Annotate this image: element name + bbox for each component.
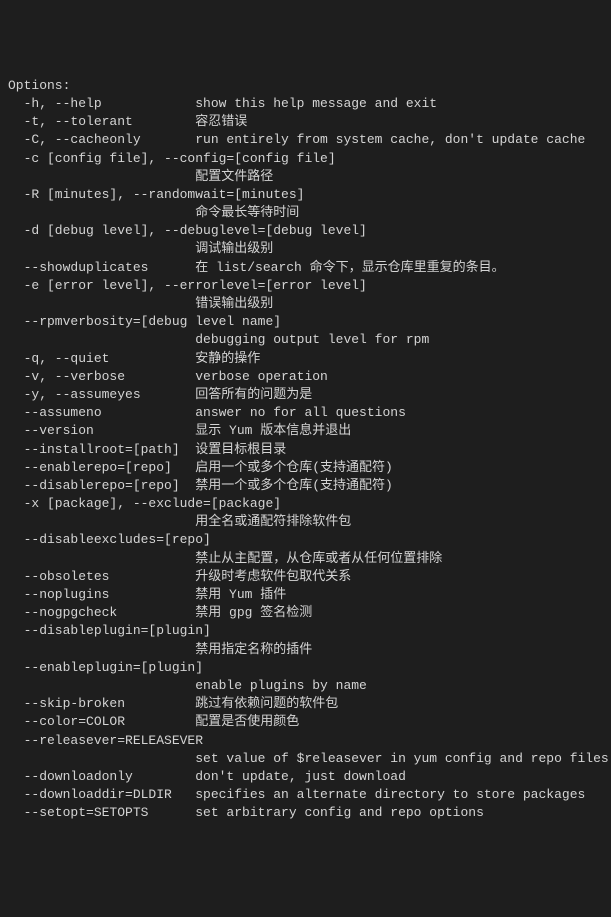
terminal-output: Options: -h, --help show this help messa… xyxy=(8,77,603,823)
options-list: -h, --help show this help message and ex… xyxy=(8,95,603,823)
options-header: Options: xyxy=(8,78,70,93)
